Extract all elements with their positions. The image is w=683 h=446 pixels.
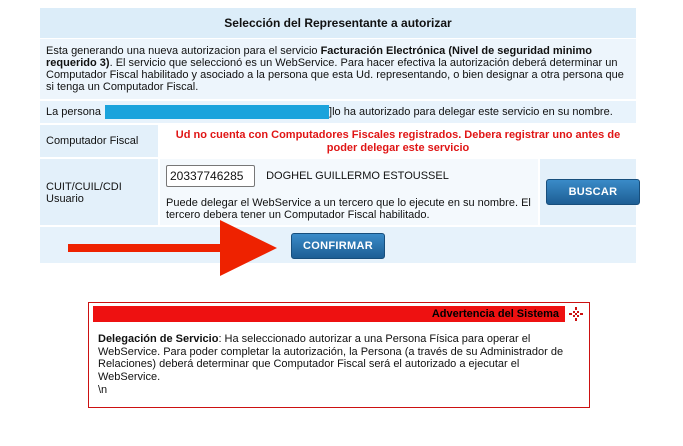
buscar-button[interactable]: BUSCAR [546,179,640,205]
red-arrow-annotation [68,220,277,276]
computador-fiscal-row: Computador Fiscal Ud no cuenta con Compu… [40,125,636,159]
warning-body: Delegación de Servicio: Ha seleccionado … [98,333,581,397]
computador-fiscal-error: Ud no cuenta con Computadores Fiscales r… [160,125,636,157]
description-intro: Esta generando una nueva autorizacion pa… [46,45,321,57]
cuit-entry-area: 20337746285 DOGHEL GUILLERMO ESTOUSSEL P… [160,159,540,225]
persona-authorized-text: ]lo ha autorizado para delegar este serv… [329,106,613,118]
cuit-input[interactable]: 20337746285 [166,165,255,187]
cuit-label: CUIT/CUIL/CDI Usuario [40,159,160,225]
confirmar-button[interactable]: CONFIRMAR [291,233,385,259]
description-rest: . El servicio que seleccionó es un WebSe… [46,57,624,93]
panel-title: Selección del Representante a autorizar [40,8,636,39]
redacted-persona-name [105,105,330,119]
cuit-label-line2: Usuario [46,193,84,205]
move-icon[interactable] [569,307,583,321]
cuit-user-name: DOGHEL GUILLERMO ESTOUSSEL [266,170,449,182]
system-warning-box: Advertencia del Sistema Delegación de Se… [88,302,590,408]
warning-trailer: \n [98,384,108,396]
service-description: Esta generando una nueva autorizacion pa… [40,39,636,101]
cuit-label-line1: CUIT/CUIL/CDI [46,181,122,193]
cuit-row: CUIT/CUIL/CDI Usuario 20337746285 DOGHEL… [40,159,640,227]
persona-row: La persona ]lo ha autorizado para delega… [40,101,636,125]
arrow-head [220,220,277,276]
warning-lead: Delegación de Servicio [98,333,219,345]
arrow-shaft [68,244,223,252]
delegate-note: Puede delegar el WebService a un tercero… [166,197,531,221]
buscar-cell: BUSCAR [540,159,640,225]
persona-label: La persona [46,106,102,118]
warning-header: Advertencia del Sistema [93,306,565,322]
computador-fiscal-label: Computador Fiscal [40,125,160,157]
